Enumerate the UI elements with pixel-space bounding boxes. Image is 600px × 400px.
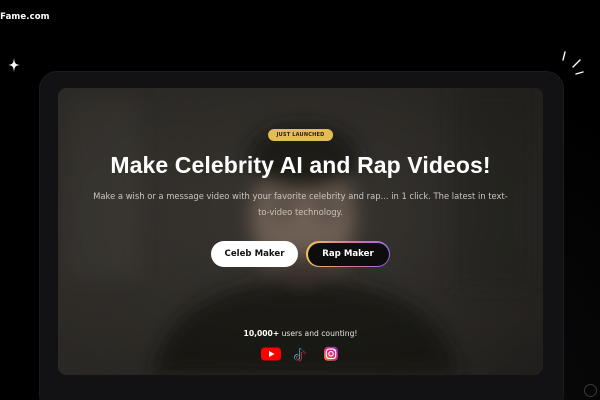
landing-page: dFame.com bbox=[0, 0, 600, 400]
site-logo[interactable]: dFame.com bbox=[0, 12, 50, 22]
hero-content: JUST LAUNCHED Make Celebrity AI and Rap … bbox=[58, 88, 543, 375]
rap-maker-label: Rap Maker bbox=[307, 242, 389, 266]
site-logo-text: dFame.com bbox=[0, 12, 50, 22]
instagram-icon[interactable] bbox=[320, 346, 342, 362]
users-count: 10,000+ bbox=[243, 329, 280, 338]
hero-video-panel: JUST LAUNCHED Make Celebrity AI and Rap … bbox=[58, 88, 543, 375]
hero-subtext: Make a wish or a message video with your… bbox=[93, 191, 508, 217]
rap-maker-button[interactable]: Rap Maker bbox=[306, 241, 390, 267]
youtube-icon[interactable] bbox=[260, 346, 282, 362]
celeb-maker-button[interactable]: Celeb Maker bbox=[211, 241, 298, 267]
users-suffix: users and counting! bbox=[279, 329, 358, 338]
social-links bbox=[58, 346, 543, 364]
sparkle-icon bbox=[8, 58, 20, 72]
burst-lines-icon bbox=[562, 51, 584, 75]
corner-circle-icon bbox=[584, 384, 597, 397]
tiktok-icon[interactable] bbox=[290, 346, 312, 362]
hero-headline: Make Celebrity AI and Rap Videos! bbox=[110, 152, 491, 178]
just-launched-badge: JUST LAUNCHED bbox=[267, 129, 334, 141]
users-counter: 10,000+ users and counting! bbox=[58, 329, 543, 338]
